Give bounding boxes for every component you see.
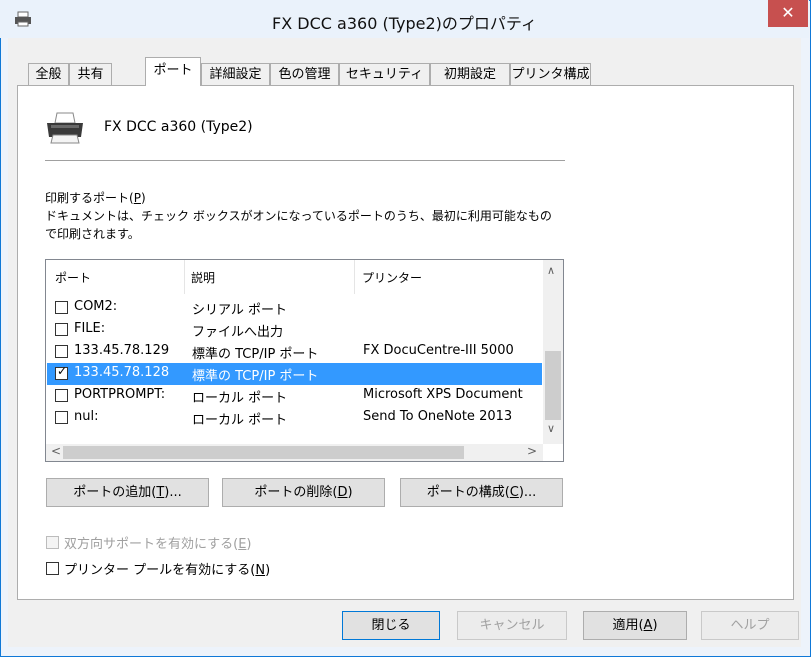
- tab-sharing[interactable]: 共有: [69, 63, 112, 85]
- printer-pooling-checkbox[interactable]: [46, 562, 59, 575]
- add-port-button[interactable]: ポートの追加(T)...: [46, 478, 209, 507]
- column-header-port[interactable]: ポート: [55, 269, 91, 286]
- scroll-left-icon[interactable]: <: [51, 444, 61, 458]
- ports-list[interactable]: ポート 説明 プリンター COM2: シリアル ポート FILE: ファイルへ出…: [45, 259, 564, 462]
- list-item[interactable]: 133.45.78.129 標準の TCP/IP ポート FX DocuCent…: [47, 341, 542, 363]
- port-printer: Microsoft XPS Document: [363, 387, 523, 402]
- list-item-selected[interactable]: 133.45.78.128 標準の TCP/IP ポート: [47, 363, 542, 385]
- window-title: FX DCC a360 (Type2)のプロパティ: [272, 14, 537, 33]
- list-item[interactable]: FILE: ファイルへ出力: [47, 319, 542, 341]
- port-name: nul:: [74, 409, 99, 424]
- port-checkbox[interactable]: [55, 323, 68, 336]
- bidirectional-support-checkbox[interactable]: [46, 536, 59, 549]
- scroll-right-icon[interactable]: >: [527, 444, 537, 458]
- port-name: 133.45.78.128: [74, 365, 170, 380]
- close-button[interactable]: 閉じる: [342, 611, 440, 640]
- configure-port-button[interactable]: ポートの構成(C)...: [400, 478, 563, 507]
- apply-button[interactable]: 適用(A): [583, 611, 687, 640]
- ports-label: 印刷するポート(P): [45, 191, 146, 205]
- tab-initial-settings[interactable]: 初期設定: [430, 63, 510, 85]
- vertical-scroll-thumb[interactable]: [545, 351, 561, 420]
- list-item[interactable]: COM2: シリアル ポート: [47, 297, 542, 319]
- port-description: 標準の TCP/IP ポート: [192, 347, 319, 362]
- bidirectional-support-label: 双方向サポートを有効にする(E): [64, 537, 252, 552]
- port-name: COM2:: [74, 299, 118, 314]
- column-header-description[interactable]: 説明: [191, 269, 215, 286]
- cancel-button[interactable]: キャンセル: [457, 611, 567, 640]
- port-printer: Send To OneNote 2013: [363, 409, 513, 424]
- ports-description-line1: ドキュメントは、チェック ボックスがオンになっているポートのうち、最初に利用可能…: [45, 209, 552, 223]
- title-bar[interactable]: FX DCC a360 (Type2)のプロパティ ✕: [0, 0, 809, 38]
- printer-name: FX DCC a360 (Type2): [104, 119, 253, 135]
- list-item[interactable]: PORTPROMPT: ローカル ポート Microsoft XPS Docum…: [47, 385, 542, 407]
- vertical-scrollbar[interactable]: ∧ ∨: [543, 260, 563, 444]
- tab-advanced[interactable]: 詳細設定: [201, 63, 270, 85]
- help-button[interactable]: ヘルプ: [701, 611, 799, 640]
- horizontal-scrollbar[interactable]: < >: [46, 444, 543, 461]
- printer-device-icon: [47, 112, 83, 144]
- column-divider[interactable]: [184, 260, 185, 294]
- port-name: FILE:: [74, 321, 106, 336]
- close-icon[interactable]: ✕: [768, 0, 808, 27]
- column-header-printer[interactable]: プリンター: [362, 269, 422, 286]
- port-description: シリアル ポート: [192, 303, 288, 318]
- port-description: 標準の TCP/IP ポート: [192, 369, 319, 384]
- tab-security[interactable]: セキュリティ: [339, 63, 430, 85]
- delete-port-button[interactable]: ポートの削除(D): [222, 478, 385, 507]
- port-description: ローカル ポート: [192, 391, 288, 406]
- tab-printer-configuration[interactable]: プリンタ構成: [510, 63, 591, 85]
- list-header: ポート 説明 プリンター: [46, 260, 546, 294]
- port-name: PORTPROMPT:: [74, 387, 166, 402]
- ports-description-line2: で印刷されます。: [45, 227, 140, 241]
- horizontal-scroll-thumb[interactable]: [63, 446, 464, 459]
- scroll-up-icon[interactable]: ∧: [547, 264, 555, 277]
- column-divider[interactable]: [354, 260, 355, 294]
- tab-general[interactable]: 全般: [28, 63, 69, 85]
- port-checkbox[interactable]: [55, 411, 68, 424]
- tab-color-management[interactable]: 色の管理: [270, 63, 339, 85]
- port-printer: FX DocuCentre-III 5000: [363, 343, 514, 358]
- port-checkbox-checked[interactable]: [55, 364, 68, 380]
- port-description: ファイルへ出力: [192, 325, 284, 340]
- tab-ports[interactable]: ポート: [145, 57, 201, 86]
- scroll-down-icon[interactable]: ∨: [547, 422, 555, 435]
- list-item[interactable]: nul: ローカル ポート Send To OneNote 2013: [47, 407, 542, 429]
- port-name: 133.45.78.129: [74, 343, 170, 358]
- port-checkbox[interactable]: [55, 301, 68, 314]
- port-description: ローカル ポート: [192, 413, 288, 428]
- port-checkbox[interactable]: [55, 389, 68, 402]
- separator: [45, 160, 565, 161]
- printer-pooling-label: プリンター プールを有効にする(N): [64, 563, 271, 578]
- port-checkbox[interactable]: [55, 345, 68, 358]
